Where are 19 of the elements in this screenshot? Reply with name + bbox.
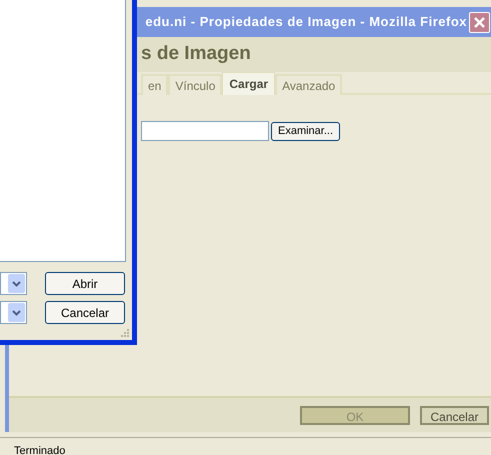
dialog-button[interactable]: Cancelar [420, 406, 489, 424]
file-path-field[interactable] [141, 121, 269, 141]
window-title: edu.ni - Propiedades de Imagen - Mozilla Firefox [145, 13, 467, 32]
dialog-button[interactable]: Abrir [45, 272, 125, 295]
browse-button[interactable]: Examinar... [271, 122, 340, 140]
chevron-down-icon [12, 310, 21, 316]
dialog-heading: s de Imagen [141, 42, 251, 66]
tab[interactable]: Vínculo [168, 74, 222, 95]
dropdown-field[interactable] [0, 301, 27, 324]
close-icon [473, 16, 486, 28]
dialog-button[interactable]: Cancelar [45, 301, 125, 324]
status-text: Terminado [14, 445, 66, 455]
chevron-down-icon [12, 280, 21, 286]
tab[interactable]: en [141, 74, 168, 95]
tab[interactable]: Cargar [222, 72, 276, 95]
dropdown-field[interactable] [0, 272, 27, 295]
tab[interactable]: Avanzado [275, 74, 342, 95]
close-button[interactable] [469, 12, 490, 32]
resize-grip-icon [120, 328, 130, 338]
